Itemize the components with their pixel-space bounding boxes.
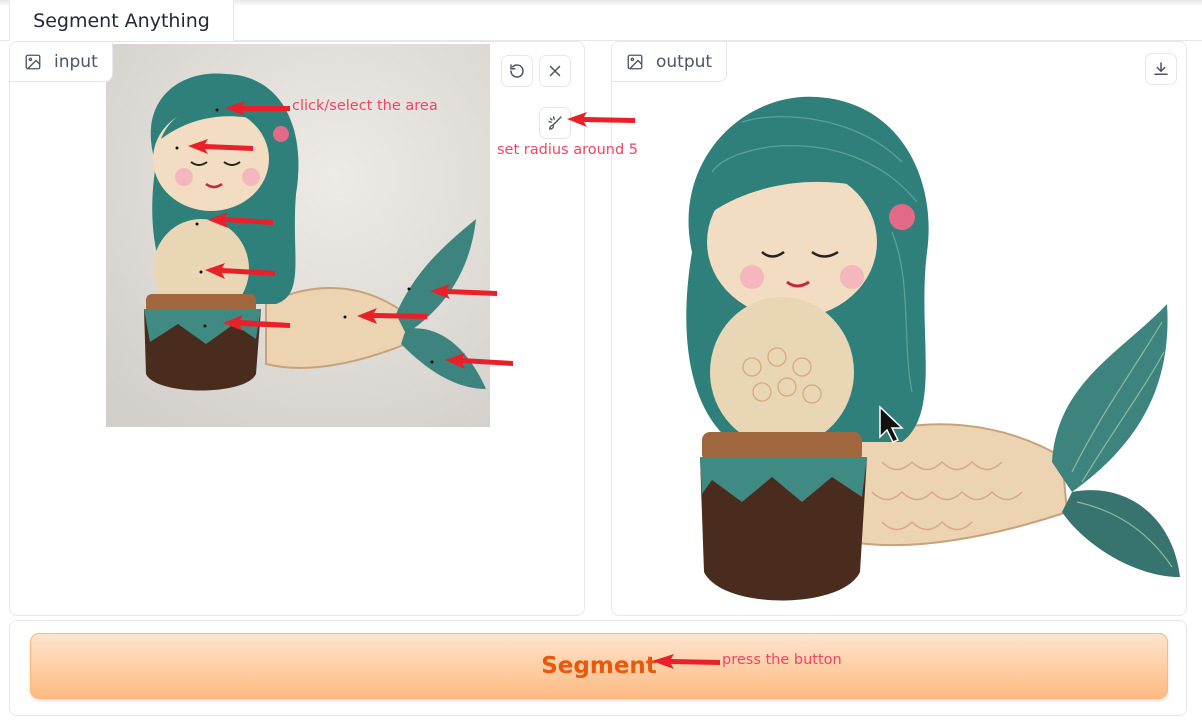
annotation-set-radius: set radius around 5 (497, 142, 639, 158)
brush-icon (548, 116, 562, 130)
download-button[interactable] (1145, 53, 1177, 85)
undo-button[interactable] (501, 55, 533, 87)
tab-divider-left (0, 40, 9, 41)
output-panel: output (611, 41, 1187, 616)
input-label: input (10, 42, 113, 82)
output-image (686, 96, 1180, 601)
annotation-press-button: press the button (722, 652, 842, 668)
segment-button-label: Segment (541, 653, 657, 679)
annotation-click-select: click/select the area (292, 98, 438, 114)
tab-segment-anything[interactable]: Segment Anything (9, 0, 234, 41)
segment-button[interactable]: Segment (30, 633, 1168, 699)
image-icon (25, 54, 41, 69)
close-icon (549, 65, 561, 77)
input-label-text: input (54, 51, 98, 72)
segment-button-container: Segment (9, 620, 1187, 716)
output-label-text: output (656, 51, 713, 72)
download-icon (1154, 62, 1168, 75)
input-panel: input (9, 41, 585, 616)
output-label: output (612, 42, 728, 82)
undo-icon (510, 64, 524, 78)
brush-radius-button[interactable] (539, 107, 571, 139)
tab-label: Segment Anything (33, 9, 210, 32)
clear-button[interactable] (539, 55, 571, 87)
image-icon (627, 54, 643, 69)
